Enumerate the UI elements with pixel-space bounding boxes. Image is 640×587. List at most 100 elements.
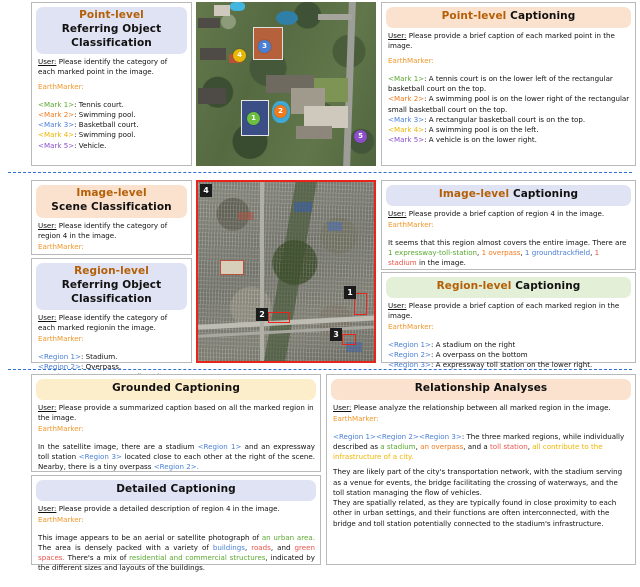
region-token-1: <Region 1>	[388, 339, 431, 349]
region-box-2[interactable]	[268, 312, 290, 323]
header-main: Scene Classification	[51, 200, 172, 213]
point-marker-5[interactable]: 5	[354, 130, 367, 143]
user-label: User:	[388, 30, 407, 40]
answer-text: : Tennis court.	[74, 99, 124, 109]
region-token-3: <Region 3>	[388, 360, 431, 370]
region-tag-1[interactable]: 1	[344, 286, 356, 299]
panel-point-level-referring-object-classification: Point-level Referring Object Classificat…	[31, 2, 192, 166]
panel-header-region-roc: Region-level Referring Object Classifica…	[36, 263, 187, 310]
user-label: User:	[38, 220, 57, 230]
mark-token-1: <Mark 1>	[38, 99, 75, 109]
arterial-road	[260, 182, 264, 361]
building-block	[328, 222, 342, 231]
highlight-urban-area: an urban area.	[261, 532, 316, 542]
answer-text: in the image.	[416, 258, 466, 268]
marker-label: 1	[251, 114, 256, 122]
answer-line: <Region 2>: Overpass.	[38, 362, 186, 372]
user-label: User:	[38, 312, 57, 322]
answer-text: : Vehicle.	[74, 140, 107, 150]
swimming-pool	[230, 2, 245, 11]
header-main: Referring Object Classification	[61, 22, 162, 49]
agent-label-region-cap: EarthMarker:	[388, 322, 434, 332]
mark-token-2: <Mark 2>	[38, 109, 75, 119]
answer-line: <Mark 3>: Basketball court.	[38, 120, 186, 130]
point-marker-3[interactable]: 3	[258, 40, 271, 53]
agent-label-relationship: EarthMarker:	[333, 414, 379, 424]
point-marker-1[interactable]: 1	[247, 112, 260, 125]
header-main: Relationship Analyses	[414, 382, 548, 394]
answer-line: <Mark 1>: A tennis court is on the lower…	[388, 74, 630, 95]
answer-text: : Basketball court.	[74, 120, 139, 130]
mark-token-4: <Mark 4>	[388, 125, 425, 135]
answer-text: , and a	[463, 441, 490, 451]
answer-paragraph-2: They are likely part of the city's trans…	[333, 467, 623, 497]
answer-text: There's a mix of	[64, 553, 130, 563]
region-tag-4[interactable]: 4	[200, 184, 212, 197]
header-prefix: Image-level	[438, 188, 510, 200]
panel-body-region-cap: User: Please provide a brief caption of …	[382, 298, 635, 373]
panel-body-relationship: User: Please analyze the relationship be…	[327, 400, 635, 531]
header-main: Referring Object Classification	[61, 278, 162, 305]
panel-body-point-roc: User: Please identify the category of ea…	[32, 54, 191, 153]
panel-region-level-referring-object-classification: Region-level Referring Object Classifica…	[31, 258, 192, 381]
region-box-3[interactable]	[342, 334, 356, 345]
user-label: User:	[388, 300, 407, 310]
panel-body-detailed-cap: User: Please provide a detailed descript…	[32, 501, 320, 576]
answer-line: <Mark 2>: Swimming pool.	[38, 110, 186, 120]
building-roof	[200, 48, 226, 60]
header-prefix: Point-level	[79, 9, 144, 21]
highlight-toll-station: toll station	[490, 441, 528, 451]
aerial-image-point-level: 3 4 1 2 5	[196, 2, 376, 166]
panel-region-level-captioning: Region-level Captioning User: Please pro…	[381, 272, 636, 369]
panel-header-relationship: Relationship Analyses	[331, 379, 631, 400]
answer-text: : Stadium.	[80, 351, 118, 361]
highlight-structures: residential and commercial structures	[129, 553, 266, 563]
agent-label-point-roc: EarthMarker:	[38, 82, 84, 92]
user-question-detailed-cap: User: Please provide a detailed descript…	[38, 504, 315, 514]
question-text: Please analyze the relationship between …	[351, 402, 611, 412]
panel-header-grounded-cap: Grounded Captioning	[36, 379, 316, 400]
user-question-grounded-cap: User: Please provide a summarized captio…	[38, 403, 315, 424]
building-roof	[198, 88, 226, 104]
header-main: Captioning	[512, 188, 579, 200]
answer-text: : A overpass on the bottom	[430, 350, 528, 360]
section-divider-2	[8, 369, 632, 370]
panel-grounded-captioning: Grounded Captioning User: Please provide…	[31, 374, 321, 472]
marker-label: 2	[278, 107, 283, 115]
region-token-1: <Region 1>	[38, 351, 81, 361]
answer-paragraph: In the satellite image, there are a stad…	[38, 442, 315, 473]
header-main: Captioning	[510, 10, 576, 22]
marker-label: 4	[237, 51, 242, 59]
user-label: User:	[38, 56, 57, 66]
region-token-1: <Region 1>	[197, 441, 242, 451]
question-text: Please provide a summarized caption base…	[38, 402, 314, 423]
answer-text: : Swimming pool.	[74, 130, 136, 140]
highlight-overpass: 1 overpass	[481, 247, 521, 257]
building-roof	[214, 5, 230, 16]
answer-paragraph-3: They are spatially related, as they are …	[333, 498, 617, 528]
panel-header-region-cap: Region-level Captioning	[386, 277, 631, 298]
region-tag-label: 1	[347, 287, 353, 297]
answer-line: <Mark 4>: Swimming pool.	[38, 130, 186, 140]
point-marker-4[interactable]: 4	[233, 49, 246, 62]
section-divider-1	[8, 172, 632, 173]
agent-label-image-cap: EarthMarker:	[388, 220, 434, 230]
mark-token-5: <Mark 5>	[38, 140, 75, 150]
answer-text: The area is densely packed with a variet…	[38, 542, 213, 552]
mark-token-3: <Mark 3>	[38, 120, 75, 130]
agent-label-scene-cls: EarthMarker:	[38, 242, 84, 252]
answer-text: It seems that this region almost covers …	[388, 237, 627, 247]
region-tag-3[interactable]: 3	[330, 328, 342, 341]
marker-label: 3	[262, 42, 267, 50]
answer-text: : A rectangular basketball court is on t…	[424, 114, 586, 124]
user-question-scene-cls: User: Please identify the category of re…	[38, 221, 186, 242]
answer-line: <Region 1>: A stadium on the right	[388, 340, 630, 350]
point-marker-2[interactable]: 2	[274, 105, 287, 118]
answer-text: : Swimming pool.	[74, 109, 136, 119]
agent-label-detailed-cap: EarthMarker:	[38, 515, 84, 525]
answer-text: This image appears to be an aerial or sa…	[38, 532, 262, 542]
answer-line: <Mark 1>: Tennis court.	[38, 100, 186, 110]
region-tag-2[interactable]: 2	[256, 308, 268, 321]
answer-line: <Region 2>: A overpass on the bottom	[388, 350, 630, 360]
question-text: Please identify the category of each mar…	[38, 312, 168, 332]
